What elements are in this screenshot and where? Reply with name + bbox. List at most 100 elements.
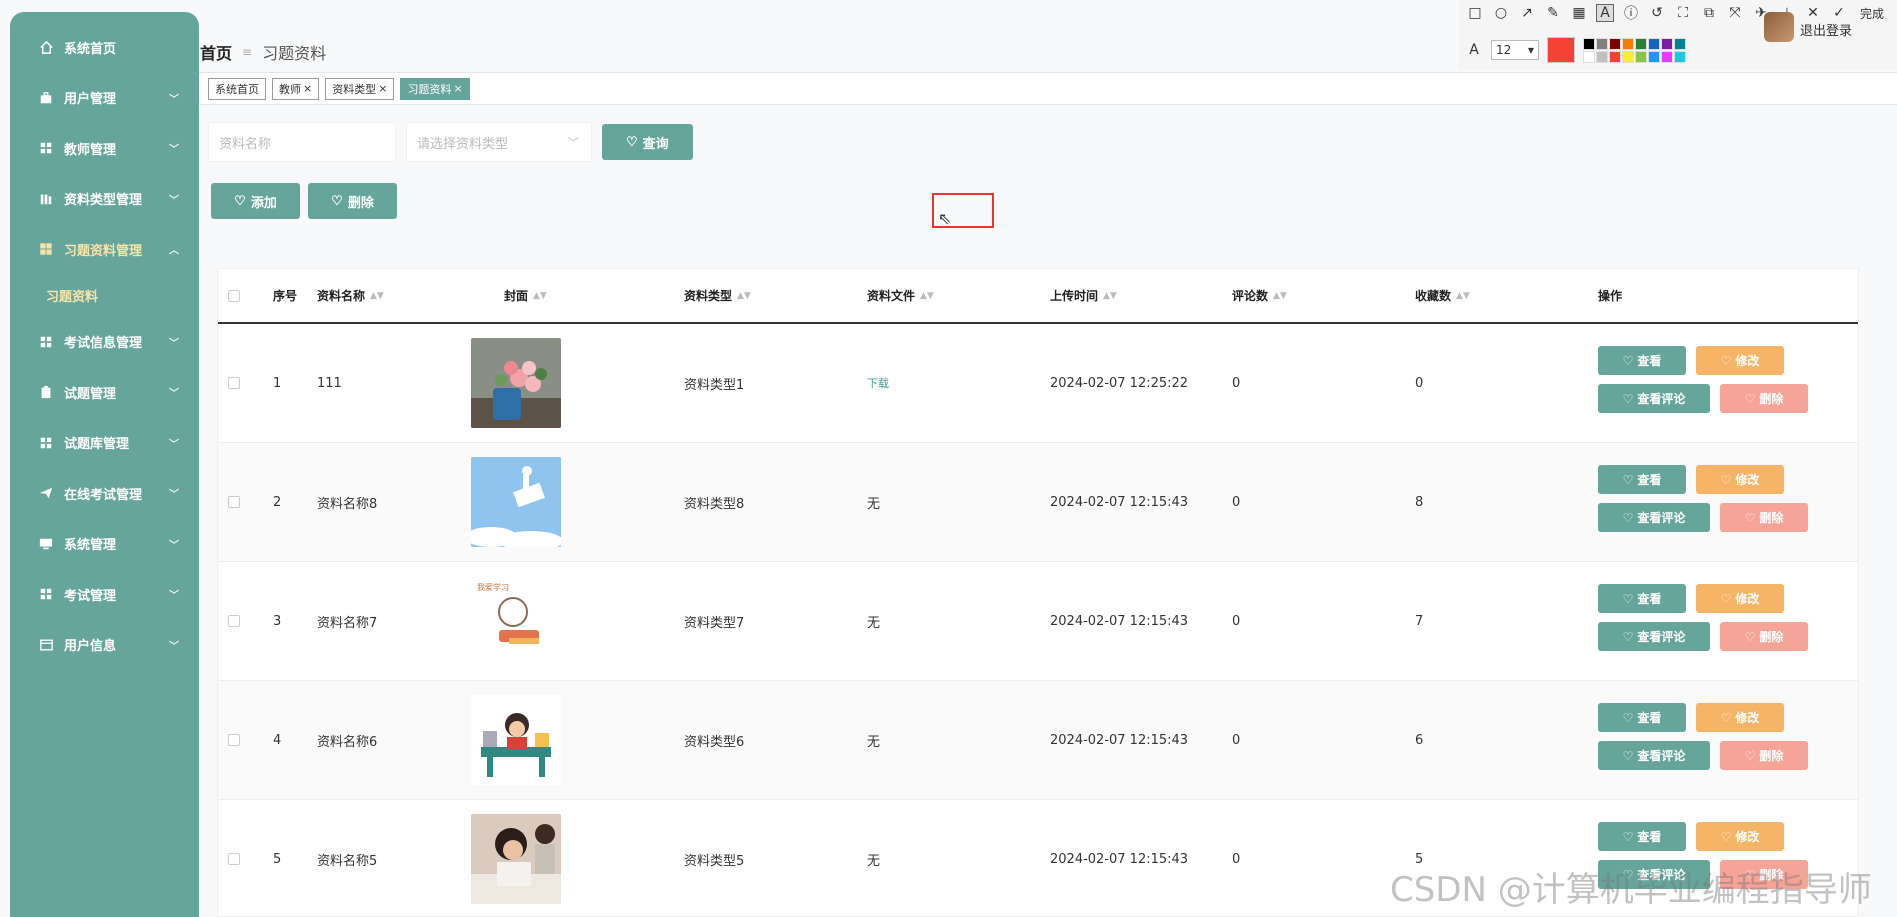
view-comments-button[interactable]: ♡ 查看评论: [1598, 384, 1710, 413]
tab-1[interactable]: 教师 ×: [272, 77, 320, 100]
sidebar-item-3[interactable]: 资料类型管理 ﹀: [10, 174, 199, 225]
header-file[interactable]: 资料文件 ▲▼: [867, 287, 934, 304]
delete-row-button[interactable]: ♡ 删除: [1720, 741, 1808, 770]
done-button[interactable]: 完成: [1860, 5, 1884, 22]
view-comments-button[interactable]: ♡ 查看评论: [1598, 622, 1710, 651]
logout-link[interactable]: 退出登录: [1800, 20, 1852, 39]
edit-button[interactable]: ♡ 修改: [1696, 822, 1784, 851]
view-button[interactable]: ♡ 查看: [1598, 346, 1686, 375]
crop-icon[interactable]: ⛶: [1674, 4, 1692, 22]
table-row: 4 资料名称6 资料类型6 无 2024-02-07 12:15:43 0 6 ♡ 查看 ♡ 修改 ♡…: [218, 681, 1858, 800]
color-swatch[interactable]: [1648, 50, 1660, 63]
sidebar-item-2[interactable]: 教师管理 ﹀: [10, 123, 199, 174]
tab-3[interactable]: 习题资料 ×: [400, 77, 470, 100]
current-color-swatch[interactable]: [1547, 37, 1575, 63]
tab-2[interactable]: 资料类型 ×: [325, 77, 395, 100]
row-operations: ♡ 查看 ♡ 修改 ♡ 查看评论 ♡ 删除: [1598, 584, 1818, 660]
row-checkbox[interactable]: [228, 443, 240, 561]
close-icon[interactable]: ×: [453, 82, 462, 95]
grid-icon: [38, 241, 54, 257]
chevron-up-icon: ︿: [169, 245, 179, 257]
color-swatch[interactable]: [1622, 50, 1634, 63]
chevron-down-icon: ﹀: [169, 489, 179, 501]
heart-icon: ♡: [1622, 391, 1634, 406]
text-tool-icon[interactable]: A: [1596, 4, 1614, 22]
color-swatch[interactable]: [1609, 37, 1621, 50]
tab-0[interactable]: 系统首页: [208, 77, 266, 100]
pencil-tool-icon[interactable]: ✎: [1544, 4, 1562, 22]
color-swatch[interactable]: [1622, 37, 1634, 50]
download-link[interactable]: 下载: [867, 324, 889, 442]
color-swatch[interactable]: [1596, 50, 1608, 63]
color-swatch[interactable]: [1661, 37, 1673, 50]
color-swatch[interactable]: [1583, 37, 1595, 50]
undo-icon[interactable]: ↺: [1648, 4, 1666, 22]
heart-icon: ♡: [1720, 472, 1732, 487]
color-swatch[interactable]: [1674, 50, 1686, 63]
edit-button[interactable]: ♡ 修改: [1696, 465, 1784, 494]
sidebar-item-9[interactable]: 系统管理 ﹀: [10, 519, 199, 570]
close-icon[interactable]: ×: [378, 82, 387, 95]
view-button[interactable]: ♡ 查看: [1598, 703, 1686, 732]
color-swatch[interactable]: [1609, 50, 1621, 63]
sidebar-subitem-exercise-material[interactable]: 习题资料: [10, 275, 199, 317]
close-icon[interactable]: ×: [303, 82, 312, 95]
avatar[interactable]: [1764, 12, 1794, 42]
color-swatch[interactable]: [1583, 50, 1595, 63]
fullscreen-icon[interactable]: ⤧: [1726, 4, 1744, 22]
view-comments-button[interactable]: ♡ 查看评论: [1598, 741, 1710, 770]
color-swatch[interactable]: [1596, 37, 1608, 50]
sidebar-item-7[interactable]: 试题库管理 ﹀: [10, 418, 199, 469]
edit-button[interactable]: ♡ 修改: [1696, 346, 1784, 375]
edit-button[interactable]: ♡ 修改: [1696, 703, 1784, 732]
view-comments-button[interactable]: ♡ 查看评论: [1598, 503, 1710, 532]
material-type-select[interactable]: 请选择资料类型 ﹀: [406, 122, 592, 162]
row-checkbox[interactable]: [228, 800, 240, 917]
header-cover[interactable]: 封面 ▲▼: [504, 287, 547, 304]
color-swatch[interactable]: [1635, 50, 1647, 63]
sidebar-item-4[interactable]: 习题资料管理 ︿: [10, 224, 199, 275]
query-button[interactable]: ♡ 查询: [602, 124, 693, 160]
header-name[interactable]: 资料名称 ▲▼: [317, 287, 384, 304]
delete-row-button[interactable]: ♡ 删除: [1720, 503, 1808, 532]
mosaic-tool-icon[interactable]: ▦: [1570, 4, 1588, 22]
edit-button[interactable]: ♡ 修改: [1696, 584, 1784, 613]
row-checkbox[interactable]: [228, 324, 240, 442]
row-checkbox[interactable]: [228, 681, 240, 799]
view-button[interactable]: ♡ 查看: [1598, 584, 1686, 613]
tab-label: 教师: [279, 82, 301, 96]
sidebar-item-0[interactable]: 系统首页: [10, 22, 199, 73]
rectangle-tool-icon[interactable]: □: [1466, 4, 1484, 22]
delete-button[interactable]: ♡ 删除: [308, 183, 397, 219]
font-size-select[interactable]: 12 ▾: [1491, 40, 1539, 60]
copy-icon[interactable]: ⧉: [1700, 4, 1718, 22]
header-type[interactable]: 资料类型 ▲▼: [684, 287, 751, 304]
color-swatch[interactable]: [1674, 37, 1686, 50]
sidebar-item-11[interactable]: 用户信息 ﹀: [10, 620, 199, 671]
number-tool-icon[interactable]: ⓘ: [1622, 4, 1640, 22]
action-row: ♡ 添加 ♡ 删除: [211, 183, 397, 219]
header-comments[interactable]: 评论数 ▲▼: [1232, 287, 1287, 304]
select-all-checkbox[interactable]: [228, 289, 240, 302]
material-name-input[interactable]: 资料名称: [208, 122, 396, 162]
sidebar-item-5[interactable]: 考试信息管理 ﹀: [10, 317, 199, 368]
delete-label: 删除: [347, 194, 374, 210]
add-button[interactable]: ♡ 添加: [211, 183, 300, 219]
view-button[interactable]: ♡ 查看: [1598, 465, 1686, 494]
sidebar-item-10[interactable]: 考试管理 ﹀: [10, 569, 199, 620]
arrow-tool-icon[interactable]: ↗: [1518, 4, 1536, 22]
sidebar-item-6[interactable]: 试题管理 ﹀: [10, 367, 199, 418]
sidebar-item-8[interactable]: 在线考试管理 ﹀: [10, 468, 199, 519]
row-checkbox[interactable]: [228, 562, 240, 680]
color-swatch[interactable]: [1648, 37, 1660, 50]
color-swatch[interactable]: [1635, 37, 1647, 50]
ellipse-tool-icon[interactable]: ○: [1492, 4, 1510, 22]
delete-row-button[interactable]: ♡ 删除: [1720, 622, 1808, 651]
delete-row-button[interactable]: ♡ 删除: [1720, 384, 1808, 413]
header-upload-time[interactable]: 上传时间 ▲▼: [1050, 287, 1117, 304]
sidebar-item-1[interactable]: 用户管理 ﹀: [10, 73, 199, 124]
header-favorites[interactable]: 收藏数 ▲▼: [1415, 287, 1470, 304]
view-button[interactable]: ♡ 查看: [1598, 822, 1686, 851]
breadcrumb-home[interactable]: 首页: [200, 40, 232, 64]
color-swatch[interactable]: [1661, 50, 1673, 63]
